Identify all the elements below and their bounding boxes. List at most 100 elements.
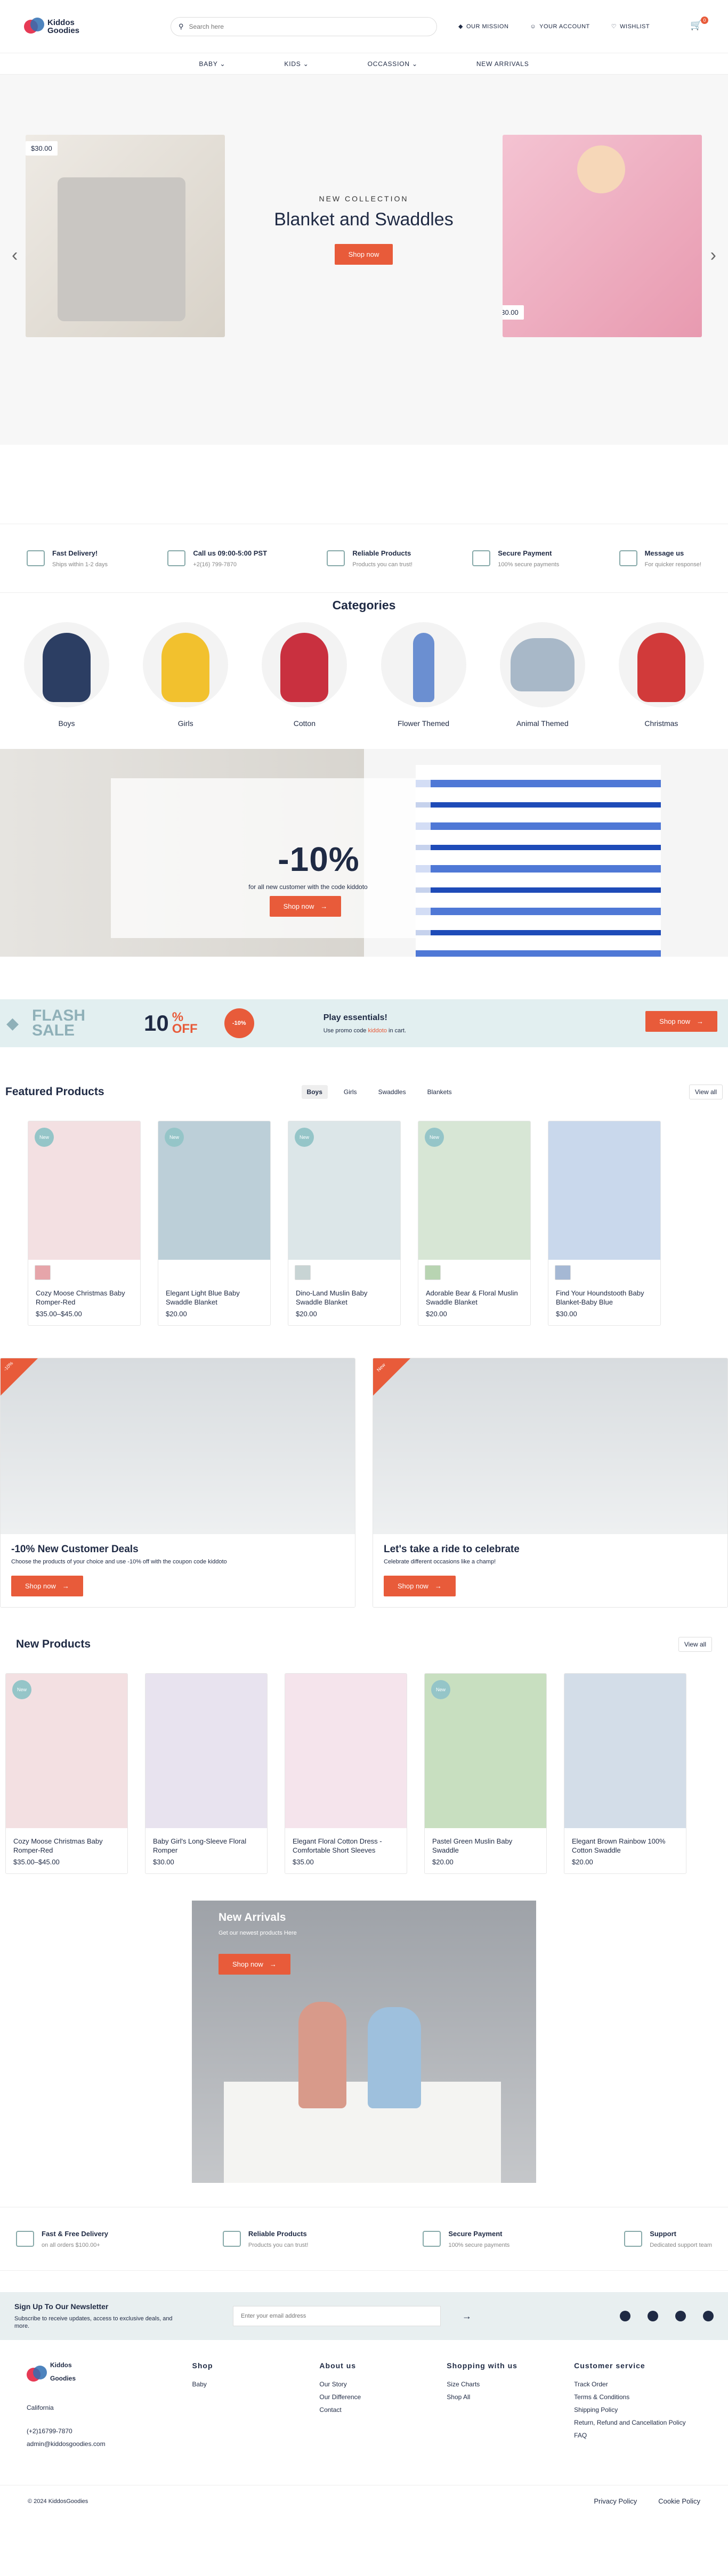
wishlist-link[interactable]: ♡ WISHLIST [611,23,650,30]
variant-thumb[interactable] [295,1265,311,1280]
category-flower-themed[interactable]: Flower Themed [378,622,469,728]
feature-support: Support Dedicated support team [624,2230,712,2248]
product-image [564,1674,686,1828]
hero-image-right[interactable]: $30.00 [503,135,702,337]
category-label: Boys [58,719,75,728]
arrivals-title: New Arrivals [219,1911,286,1923]
footer-logo[interactable]: Kiddos Goodies [27,2361,155,2393]
logo-line1: Kiddos [50,2361,72,2369]
product-card[interactable]: Elegant Floral Cotton Dress - Comfortabl… [285,1673,407,1874]
product-card[interactable]: New Pastel Green Muslin Baby Swaddle $20.0… [424,1673,547,1874]
footer-link[interactable]: Return, Refund and Cancellation Policy [574,2419,701,2426]
nav-kids[interactable]: KIDS ⌄ [284,60,309,68]
footer-col-about: About us Our Story Our Difference Contact [319,2361,447,2453]
price-tag-right: $30.00 [503,305,524,320]
product-card[interactable]: New Dino-Land Muslin Baby Swaddle Blanket… [288,1121,401,1326]
phone-icon [167,550,186,566]
submit-arrow-icon[interactable]: → [462,2311,472,2322]
hero-image-left[interactable]: $30.00 [26,135,225,337]
new-arrivals-banner[interactable]: New Arrivals Get our newest products Her… [192,1901,536,2183]
banner-shop-button[interactable]: Shop now → [11,1576,83,1596]
pinterest-icon[interactable] [675,2311,686,2321]
category-girls[interactable]: Girls [140,622,231,728]
facebook-icon[interactable] [648,2311,658,2321]
search-input[interactable] [189,22,429,30]
product-image [145,1674,267,1828]
product-card[interactable]: New Cozy Moose Christmas Baby Romper-Red $… [5,1673,128,1874]
chevron-left-icon[interactable]: ‹ [12,245,18,266]
nav-new-arrivals[interactable]: NEW ARRIVALS [476,60,529,68]
features-bar: Fast Delivery! Ships within 1-2 days Call… [0,524,728,593]
footer-link[interactable]: Our Story [319,2381,447,2388]
barcode-icon [327,550,345,566]
footer-col-shop: Shop Baby [192,2361,320,2453]
footer-link[interactable]: Size Charts [447,2381,574,2388]
product-card[interactable]: Baby Girl's Long-Sleeve Floral Romper $30… [145,1673,268,1874]
banner-shop-button[interactable]: Shop now → [384,1576,456,1596]
product-image: New [418,1121,530,1260]
arrivals-shop-button[interactable]: Shop now → [219,1954,290,1975]
feature-title: Reliable Products [352,549,411,557]
category-cotton[interactable]: Cotton [259,622,350,728]
product-card[interactable]: New Adorable Bear & Floral Muslin Swaddle… [418,1121,531,1326]
variant-thumb[interactable] [35,1265,51,1280]
tab-blankets[interactable]: Blankets [422,1085,457,1099]
feature-delivery: Fast Delivery! Ships within 1-2 days [27,549,108,568]
search-icon[interactable]: ⚲ [179,22,184,31]
cookie-policy-link[interactable]: Cookie Policy [658,2497,700,2505]
footer-link[interactable]: Baby [192,2381,320,2388]
footer-col-title: Customer service [574,2361,645,2370]
privacy-policy-link[interactable]: Privacy Policy [594,2497,637,2505]
product-card[interactable]: New Cozy Moose Christmas Baby Romper-Red $… [28,1121,141,1326]
flash-shop-button[interactable]: Shop now → [645,1011,717,1032]
nav-occassion[interactable]: OCCASSION ⌄ [368,60,418,68]
newsletter-email-input[interactable] [233,2306,441,2326]
category-boys[interactable]: Boys [21,622,112,728]
banner-celebrate[interactable]: New Let's take a ride to celebrate Celebr… [373,1358,728,1608]
tab-girls[interactable]: Girls [338,1085,362,1099]
variant-thumb[interactable] [425,1265,441,1280]
category-animal-themed[interactable]: Animal Themed [497,622,588,728]
footer-email[interactable]: admin@kiddosgoodies.com [27,2440,192,2448]
footer-link[interactable]: Our Difference [319,2393,447,2401]
youtube-icon[interactable] [703,2311,714,2321]
footer-phone[interactable]: (+2)16799-7870 [27,2427,192,2435]
hero-shop-button[interactable]: Shop now [334,244,393,265]
nav-baby[interactable]: BABY ⌄ [199,60,225,68]
logo-mark-icon [24,17,44,37]
footer-link[interactable]: Track Order [574,2381,701,2388]
logo[interactable]: Kiddos Goodies [24,17,152,37]
footer-brand: Kiddos Goodies California (+2)16799-7870 … [27,2361,192,2453]
new-products-view-all[interactable]: View all [678,1637,712,1652]
main-nav: BABY ⌄ KIDS ⌄ OCCASSION ⌄ NEW ARRIVALS [0,53,728,75]
footer-link[interactable]: Contact [319,2406,447,2414]
featured-view-all[interactable]: View all [689,1085,723,1099]
tab-boys[interactable]: Boys [301,1085,328,1099]
our-mission-link[interactable]: ◆ OUR MISSION [458,23,508,30]
footer-link[interactable]: Shipping Policy [574,2406,701,2414]
product-price: $30.00 [153,1858,174,1866]
flash-sale-label: FLASH SALE [32,1008,85,1039]
cart-button[interactable]: 🛒 0 [690,16,708,34]
product-card[interactable]: Find Your Houndstooth Baby Blanket-Baby … [548,1121,661,1326]
product-card[interactable]: New Elegant Light Blue Baby Swaddle Blank… [158,1121,271,1326]
flash-text: Play essentials! Use promo code kiddoto … [323,1013,406,1034]
footer-link[interactable]: Terms & Conditions [574,2393,701,2401]
promo-shop-button[interactable]: Shop now → [269,896,342,917]
instagram-icon[interactable] [620,2311,630,2321]
category-label: Christmas [644,719,678,728]
footer-link[interactable]: FAQ [574,2432,701,2439]
category-christmas[interactable]: Christmas [616,622,707,728]
variant-thumb[interactable] [555,1265,571,1280]
chevron-right-icon[interactable]: › [710,245,716,266]
footer-link[interactable]: Shop All [447,2393,574,2401]
cart-count-badge: 0 [701,16,708,24]
new-badge: New [425,1128,444,1147]
tab-swaddles[interactable]: Swaddles [373,1085,411,1099]
your-account-link[interactable]: ☺ YOUR ACCOUNT [530,23,589,30]
boy-figure [368,2007,421,2108]
product-card[interactable]: Elegant Brown Rainbow 100% Cotton Swaddl… [564,1673,686,1874]
category-label: Girls [177,719,193,728]
banner-new-customer[interactable]: -10% -10% New Customer Deals Choose the p… [0,1358,355,1608]
feature-title: Call us 09:00-5:00 PST [193,549,268,557]
